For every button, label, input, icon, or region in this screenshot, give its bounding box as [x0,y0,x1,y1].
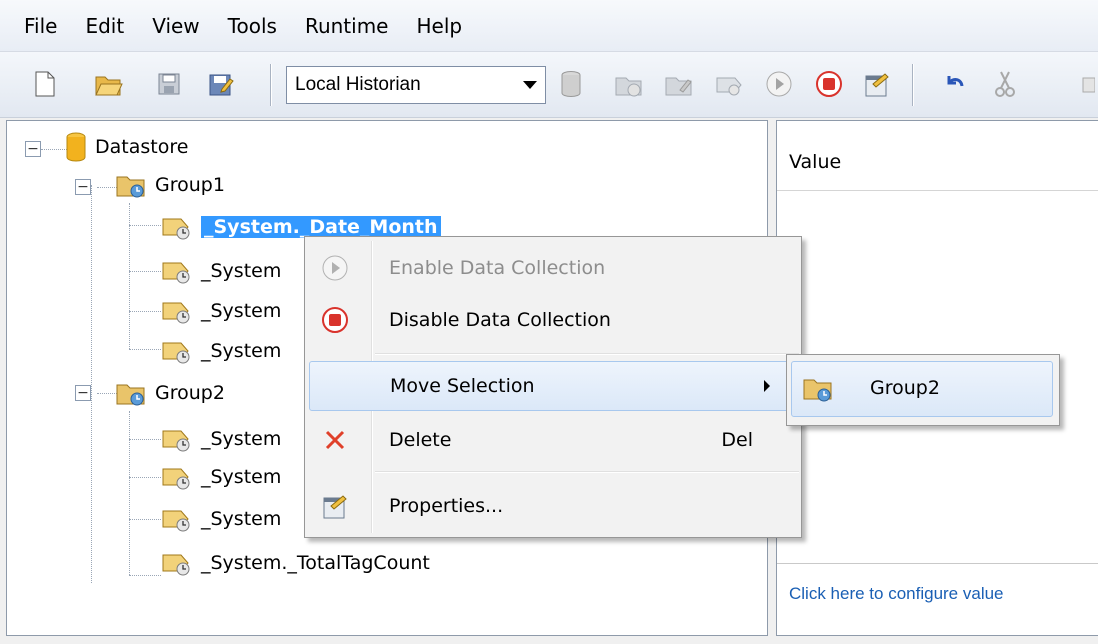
tree-label-tag: _System [201,508,282,530]
tree-label-tag: _System [201,340,282,362]
move-selection-submenu: Group2 [786,354,1060,426]
new-document-icon[interactable] [30,69,60,99]
tree-guide [97,187,117,188]
tag-icon [162,218,190,240]
tree-guide [129,225,161,226]
tree-label-tag: _System [201,260,282,282]
menu-item-label: Move Selection [390,375,535,397]
tree-guide [129,519,161,520]
tree-label-tag: _System [201,466,282,488]
tree-guide [129,477,161,478]
submenu-item-group2[interactable]: Group2 [791,361,1053,417]
tree-node-tag[interactable]: _System._TotalTagCount [161,545,430,581]
database-icon[interactable] [556,69,586,99]
tree-node-group2[interactable]: Group2 [115,375,225,411]
tree-guide [129,271,161,272]
historian-select-value: Local Historian [295,74,421,95]
menu-view[interactable]: View [138,14,213,38]
database-icon [66,132,86,162]
cut-icon[interactable] [990,69,1020,99]
copy-icon[interactable] [1078,69,1098,99]
tree-guide [129,411,130,575]
tree-label-group2: Group2 [155,382,225,404]
tree-label-tag: _System [201,428,282,450]
menu-item-delete[interactable]: Delete Del [309,415,797,465]
chevron-down-icon[interactable] [523,81,537,89]
group-icon[interactable] [614,69,644,99]
submenu-item-label: Group2 [870,377,940,399]
menu-item-move-selection[interactable]: Move Selection [309,361,797,411]
group-edit-icon[interactable] [664,69,694,99]
tree-label-tag-selected: _System._Date_Month [201,216,441,238]
menu-item-label: Properties... [389,495,504,517]
tag-icon [162,554,190,576]
tree-node-tag[interactable]: _System [161,333,281,369]
tag-icon [162,510,190,532]
tree-node-tag[interactable]: _System [161,293,281,329]
submenu-arrow-icon [764,380,770,392]
historian-select[interactable]: Local Historian [286,66,546,104]
menu-help[interactable]: Help [403,14,477,38]
menu-file[interactable]: File [10,14,71,38]
tag-icon [162,430,190,452]
menu-item-properties[interactable]: Properties... [309,481,797,531]
menu-item-label: Disable Data Collection [389,309,611,331]
menu-bar: File Edit View Tools Runtime Help [0,0,1098,52]
group-folder-icon [116,176,145,198]
collapse-group1-toggle[interactable]: − [75,179,91,195]
open-folder-icon[interactable] [94,69,124,99]
properties-icon [317,488,353,524]
group-folder-icon [116,384,145,406]
menu-item-label: Enable Data Collection [389,257,606,279]
tree-guide [97,393,117,394]
tree-node-tag[interactable]: _System [161,253,281,289]
tree-node-tag[interactable]: _System [161,501,281,537]
tree-node-tag[interactable]: _System [161,459,281,495]
tree-label-tag: _System._TotalTagCount [201,552,430,574]
delete-icon [317,422,353,458]
start-icon [317,250,353,286]
tree-guide [129,575,161,576]
menu-edit[interactable]: Edit [71,14,138,38]
value-column-header[interactable]: Value [777,131,1098,191]
group-folder-icon [802,374,834,409]
tree-guide [129,349,161,350]
toolbar: Local Historian [0,52,1098,118]
tree-node-group1[interactable]: Group1 [115,167,225,203]
save-icon[interactable] [154,69,184,99]
menu-item-shortcut: Del [721,429,753,451]
tag-icon [162,262,190,284]
menu-separator [375,353,799,355]
tag-icon [162,468,190,490]
tree-guide [129,311,161,312]
toolbar-separator [912,64,914,106]
menu-separator [375,471,799,473]
tree-guide [91,185,92,583]
collapse-group2-toggle[interactable]: − [75,385,91,401]
tag-icon [162,342,190,364]
menu-item-disable-data-collection[interactable]: Disable Data Collection [309,295,797,345]
tree-label-group1: Group1 [155,174,225,196]
collapse-datastore-toggle[interactable]: − [25,141,41,157]
properties-icon[interactable] [862,69,892,99]
menu-item-label: Delete [389,429,452,451]
menu-item-enable-data-collection[interactable]: Enable Data Collection [309,243,797,293]
save-all-icon[interactable] [206,69,236,99]
tree-node-datastore[interactable]: Datastore [65,129,188,165]
tree-label-tag: _System [201,300,282,322]
configure-value-link[interactable]: Click here to configure value [777,563,1098,637]
context-menu: Enable Data Collection Disable Data Coll… [304,236,802,538]
menu-runtime[interactable]: Runtime [291,14,403,38]
stop-icon[interactable] [814,69,844,99]
tree-guide [129,439,161,440]
tag-icon [162,302,190,324]
tag-icon[interactable] [714,69,744,99]
undo-icon[interactable] [940,69,970,99]
toolbar-separator [270,64,272,106]
tree-node-tag[interactable]: _System [161,421,281,457]
start-icon[interactable] [764,69,794,99]
stop-icon [317,302,353,338]
tree-label-datastore: Datastore [95,136,189,158]
menu-tools[interactable]: Tools [214,14,291,38]
